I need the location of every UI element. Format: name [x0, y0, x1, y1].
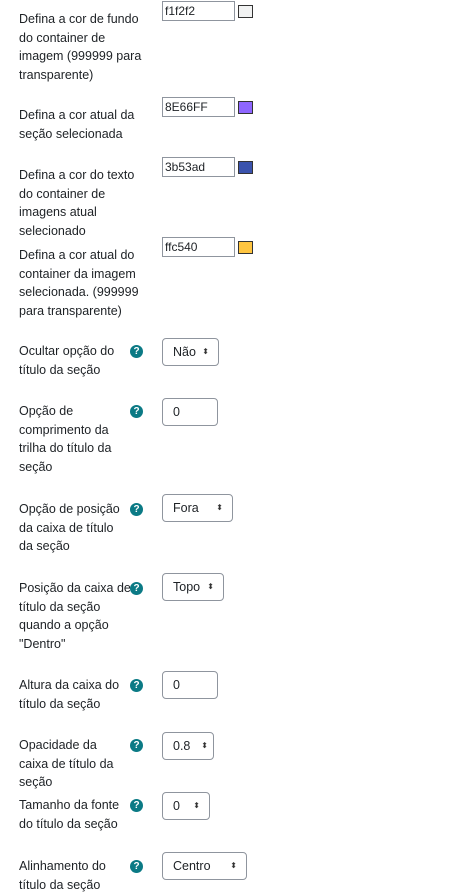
help-icon[interactable]: ?	[130, 799, 143, 812]
title-box-position-value: Fora	[173, 501, 199, 515]
title-box-opacity-select[interactable]: 0.8 ⬍	[162, 732, 214, 760]
help-icon[interactable]: ?	[130, 679, 143, 692]
title-box-height-label: Altura da caixa do título da seção	[19, 678, 120, 711]
section-color-input[interactable]: 8E66FF	[162, 97, 235, 117]
title-box-opacity-label: Opacidade da caixa de título da seção	[19, 738, 114, 789]
select-arrows-icon: ⬍	[202, 347, 209, 356]
trail-length-input[interactable]: 0	[162, 398, 218, 426]
hide-title-select[interactable]: Não ⬍	[162, 338, 219, 366]
bg-color-input[interactable]: f1f2f2	[162, 1, 235, 21]
title-box-inside-select[interactable]: Topo ⬍	[162, 573, 224, 601]
select-arrows-icon: ⬍	[207, 582, 214, 591]
help-icon[interactable]: ?	[130, 405, 143, 418]
current-color-label: Defina a cor atual do container da image…	[19, 248, 139, 318]
title-box-height-input[interactable]: 0	[162, 671, 218, 699]
section-color-label: Defina a cor atual da seção selecionada	[19, 108, 135, 141]
current-color-input[interactable]: ffc540	[162, 237, 235, 257]
select-arrows-icon: ⬍	[216, 503, 223, 512]
help-icon[interactable]: ?	[130, 345, 143, 358]
text-color-input[interactable]: 3b53ad	[162, 157, 235, 177]
help-icon[interactable]: ?	[130, 739, 143, 752]
select-arrows-icon: ⬍	[201, 741, 208, 750]
title-box-inside-label: Posição da caixa de título da seção quan…	[19, 581, 131, 651]
title-alignment-select[interactable]: Centro ⬍	[162, 852, 247, 880]
help-icon[interactable]: ?	[130, 860, 143, 873]
select-arrows-icon: ⬍	[193, 801, 200, 810]
current-color-swatch[interactable]	[238, 241, 253, 254]
text-color-label: Defina a cor do texto do container de im…	[19, 168, 135, 238]
help-icon[interactable]: ?	[130, 503, 143, 516]
title-box-inside-value: Topo	[173, 580, 201, 594]
section-color-swatch[interactable]	[238, 101, 253, 114]
title-alignment-value: Centro	[173, 859, 211, 873]
hide-title-label: Ocultar opção do título da seção	[19, 344, 115, 377]
text-color-swatch[interactable]	[238, 161, 253, 174]
bg-color-label: Defina a cor de fundo do container de im…	[19, 12, 142, 82]
title-box-position-select[interactable]: Fora ⬍	[162, 494, 233, 522]
title-box-position-label: Opção de posição da caixa de título da s…	[19, 502, 120, 553]
hide-title-value: Não	[173, 345, 196, 359]
title-font-size-value: 0	[173, 799, 180, 813]
title-font-size-label: Tamanho da fonte do título da seção	[19, 798, 120, 831]
title-alignment-label: Alinhamento do título da seção	[19, 859, 106, 892]
help-icon[interactable]: ?	[130, 582, 143, 595]
title-font-size-select[interactable]: 0 ⬍	[162, 792, 210, 820]
select-arrows-icon: ⬍	[230, 861, 237, 870]
trail-length-label: Opção de comprimento da trilha do título…	[19, 404, 112, 474]
bg-color-swatch[interactable]	[238, 5, 253, 18]
title-box-opacity-value: 0.8	[173, 739, 191, 753]
